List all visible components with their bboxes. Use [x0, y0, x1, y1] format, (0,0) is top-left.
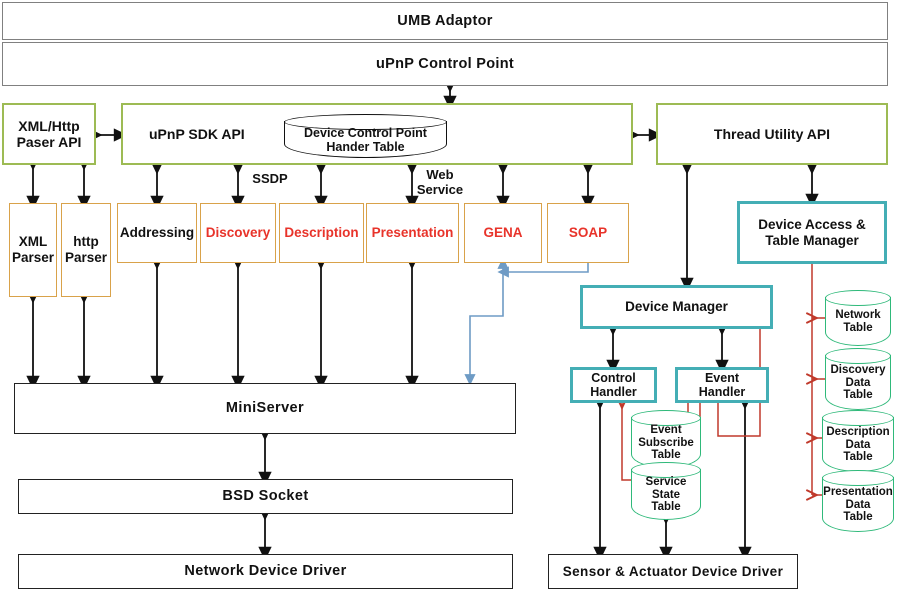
architecture-diagram: UMB Adaptor uPnP Control Point XML/Http …	[0, 0, 900, 592]
protocol-box-gena: GENA	[464, 203, 542, 263]
device-access-table-manager-box: Device Access & Table Manager	[737, 201, 887, 264]
blue-routed-arrows	[464, 257, 589, 386]
event-subscribe-table: Event Subscribe Table	[631, 410, 701, 468]
sensor-actuator-device-driver-box: Sensor & Actuator Device Driver	[548, 554, 798, 589]
thread-utility-api: Thread Utility API	[656, 103, 888, 165]
bsd-socket-box: BSD Socket	[18, 479, 513, 514]
presentation-data-table: Presentation Data Table	[822, 470, 894, 532]
event-subscribe-table-label: Event Subscribe Table	[638, 423, 694, 462]
upnp-control-point-layer: uPnP Control Point	[2, 42, 888, 86]
service-state-table-label: Service State Table	[645, 475, 687, 514]
xml-http-parser-api: XML/Http Paser API	[2, 103, 96, 165]
protocol-box-presentation: Presentation	[366, 203, 459, 263]
description-data-table: Description Data Table	[822, 410, 894, 472]
miniserver-box: MiniServer	[14, 383, 516, 434]
protocol-box-addressing: Addressing	[117, 203, 197, 263]
service-state-table: Service State Table	[631, 462, 701, 520]
description-data-table-label: Description Data Table	[826, 425, 890, 464]
device-control-point-handler-table: Device Control Point Hander Table	[284, 114, 447, 158]
network-table: Network Table	[825, 290, 891, 346]
network-device-driver-box: Network Device Driver	[18, 554, 513, 589]
ssdp-edge-label: SSDP	[252, 171, 288, 186]
http-parser-box: http Parser	[61, 203, 111, 297]
umb-adaptor-layer: UMB Adaptor	[2, 2, 888, 40]
control-handler-box: Control Handler	[570, 367, 657, 403]
web-service-edge-label: Web Service	[416, 167, 464, 197]
device-control-point-handler-table-label: Device Control Point Hander Table	[304, 126, 427, 154]
xml-parser-box: XML Parser	[9, 203, 57, 297]
protocol-box-description: Description	[279, 203, 364, 263]
device-manager-box: Device Manager	[580, 285, 773, 329]
event-handler-box: Event Handler	[675, 367, 769, 403]
protocol-box-soap: SOAP	[547, 203, 629, 263]
presentation-data-table-label: Presentation Data Table	[823, 485, 893, 524]
network-table-label: Network Table	[835, 309, 881, 334]
upnp-sdk-api-label: uPnP SDK API	[149, 125, 245, 142]
discovery-data-table: Discovery Data Table	[825, 348, 891, 410]
protocol-box-discovery: Discovery	[200, 203, 276, 263]
discovery-data-table-label: Discovery Data Table	[830, 363, 886, 402]
